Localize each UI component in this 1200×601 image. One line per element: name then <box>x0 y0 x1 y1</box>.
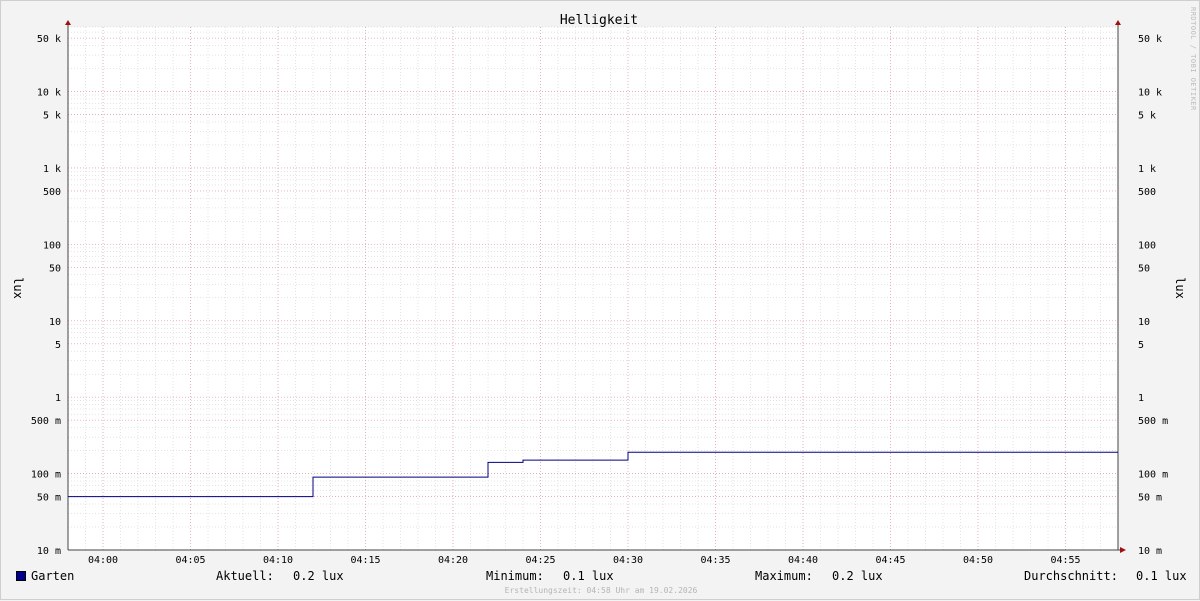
y-tick-label-left: 5 <box>55 340 61 351</box>
y-tick-label-right: 5 k <box>1138 111 1156 122</box>
y-tick-label-right: 1 <box>1138 393 1144 404</box>
y-tick-label-right: 500 m <box>1138 416 1168 427</box>
legend-max-value: 0.2 lux <box>832 569 883 583</box>
y-tick-label-right: 50 m <box>1138 493 1162 504</box>
x-tick-label: 04:35 <box>700 555 730 566</box>
legend: Garten Aktuell: 0.2 lux Minimum: 0.1 lux… <box>1 568 1200 586</box>
chart-frame: 50 k 50 k 10 k 10 k5 k5 k1 k1 k 500 500 100 100… <box>0 0 1200 600</box>
rrdtool-watermark: RRDTOOL / TOBI OETIKER <box>1189 7 1197 111</box>
x-tick-label: 04:20 <box>438 555 468 566</box>
x-tick-label: 04:30 <box>613 555 643 566</box>
y-axis-label-left: lux <box>11 277 25 299</box>
y-tick-label-left: 100 m <box>31 470 61 481</box>
legend-max-label: Maximum: <box>755 569 813 583</box>
x-axis-arrow <box>1120 547 1126 553</box>
x-tick-label: 04:00 <box>88 555 118 566</box>
x-tick-label: 04:40 <box>788 555 818 566</box>
y-tick-label-left: 1 <box>55 393 61 404</box>
legend-min-label: Minimum: <box>486 569 544 583</box>
y-tick-label-right: 10 <box>1138 317 1150 328</box>
legend-avg-label: Durchschnitt: <box>1024 569 1118 583</box>
y-tick-label-left: 50 k <box>37 34 61 45</box>
y-tick-label-left: 5 k <box>43 111 61 122</box>
y-tick-label-left: 100 <box>43 240 61 251</box>
y-tick-label-left: 1 k <box>43 164 61 175</box>
x-tick-label: 04:55 <box>1050 555 1080 566</box>
y-axis-label-right: lux <box>1173 277 1187 299</box>
legend-avg-value: 0.1 lux <box>1136 569 1187 583</box>
y-axis-left-arrow <box>65 20 71 25</box>
y-tick-label-right: 1 k <box>1138 164 1156 175</box>
x-tick-label: 04:05 <box>175 555 205 566</box>
x-tick-label: 04:15 <box>350 555 380 566</box>
y-tick-label-right: 10 k <box>1138 88 1162 99</box>
x-tick-label: 04:25 <box>525 555 555 566</box>
y-tick-label-right: 500 <box>1138 187 1156 198</box>
legend-min-value: 0.1 lux <box>563 569 614 583</box>
y-tick-label-right: 10 m <box>1138 546 1162 557</box>
legend-current-value: 0.2 lux <box>293 569 344 583</box>
y-axis-right-arrow <box>1115 20 1121 25</box>
creation-time-footer: Erstellungszeit: 04:58 Uhr am 19.02.2026 <box>504 586 698 595</box>
y-tick-label-left: 50 m <box>37 493 61 504</box>
legend-series-name: Garten <box>31 569 75 583</box>
y-tick-label-right: 100 <box>1138 240 1156 251</box>
y-tick-label-left: 10 <box>49 317 61 328</box>
y-tick-label-left: 500 m <box>31 416 61 427</box>
y-tick-label-right: 5 <box>1138 340 1144 351</box>
legend-current-label: Aktuell: <box>216 569 274 583</box>
x-tick-label: 04:50 <box>963 555 993 566</box>
legend-swatch <box>16 571 26 581</box>
y-tick-label-left: 10 m <box>37 546 61 557</box>
y-tick-label-left: 50 <box>49 263 61 274</box>
y-tick-label-right: 100 m <box>1138 470 1168 481</box>
x-tick-label: 04:10 <box>263 555 293 566</box>
y-tick-label-left: 500 <box>43 187 61 198</box>
x-tick-label: 04:45 <box>875 555 905 566</box>
chart-svg: 50 k 50 k10 k 10 k5 k5 k1 k1 k500 500100 100… <box>11 13 1187 566</box>
y-tick-label-right: 50 k <box>1138 34 1162 45</box>
y-tick-label-left: 10 k <box>37 88 61 99</box>
y-tick-label-right: 50 <box>1138 263 1150 274</box>
chart-title: Helligkeit <box>560 13 638 28</box>
